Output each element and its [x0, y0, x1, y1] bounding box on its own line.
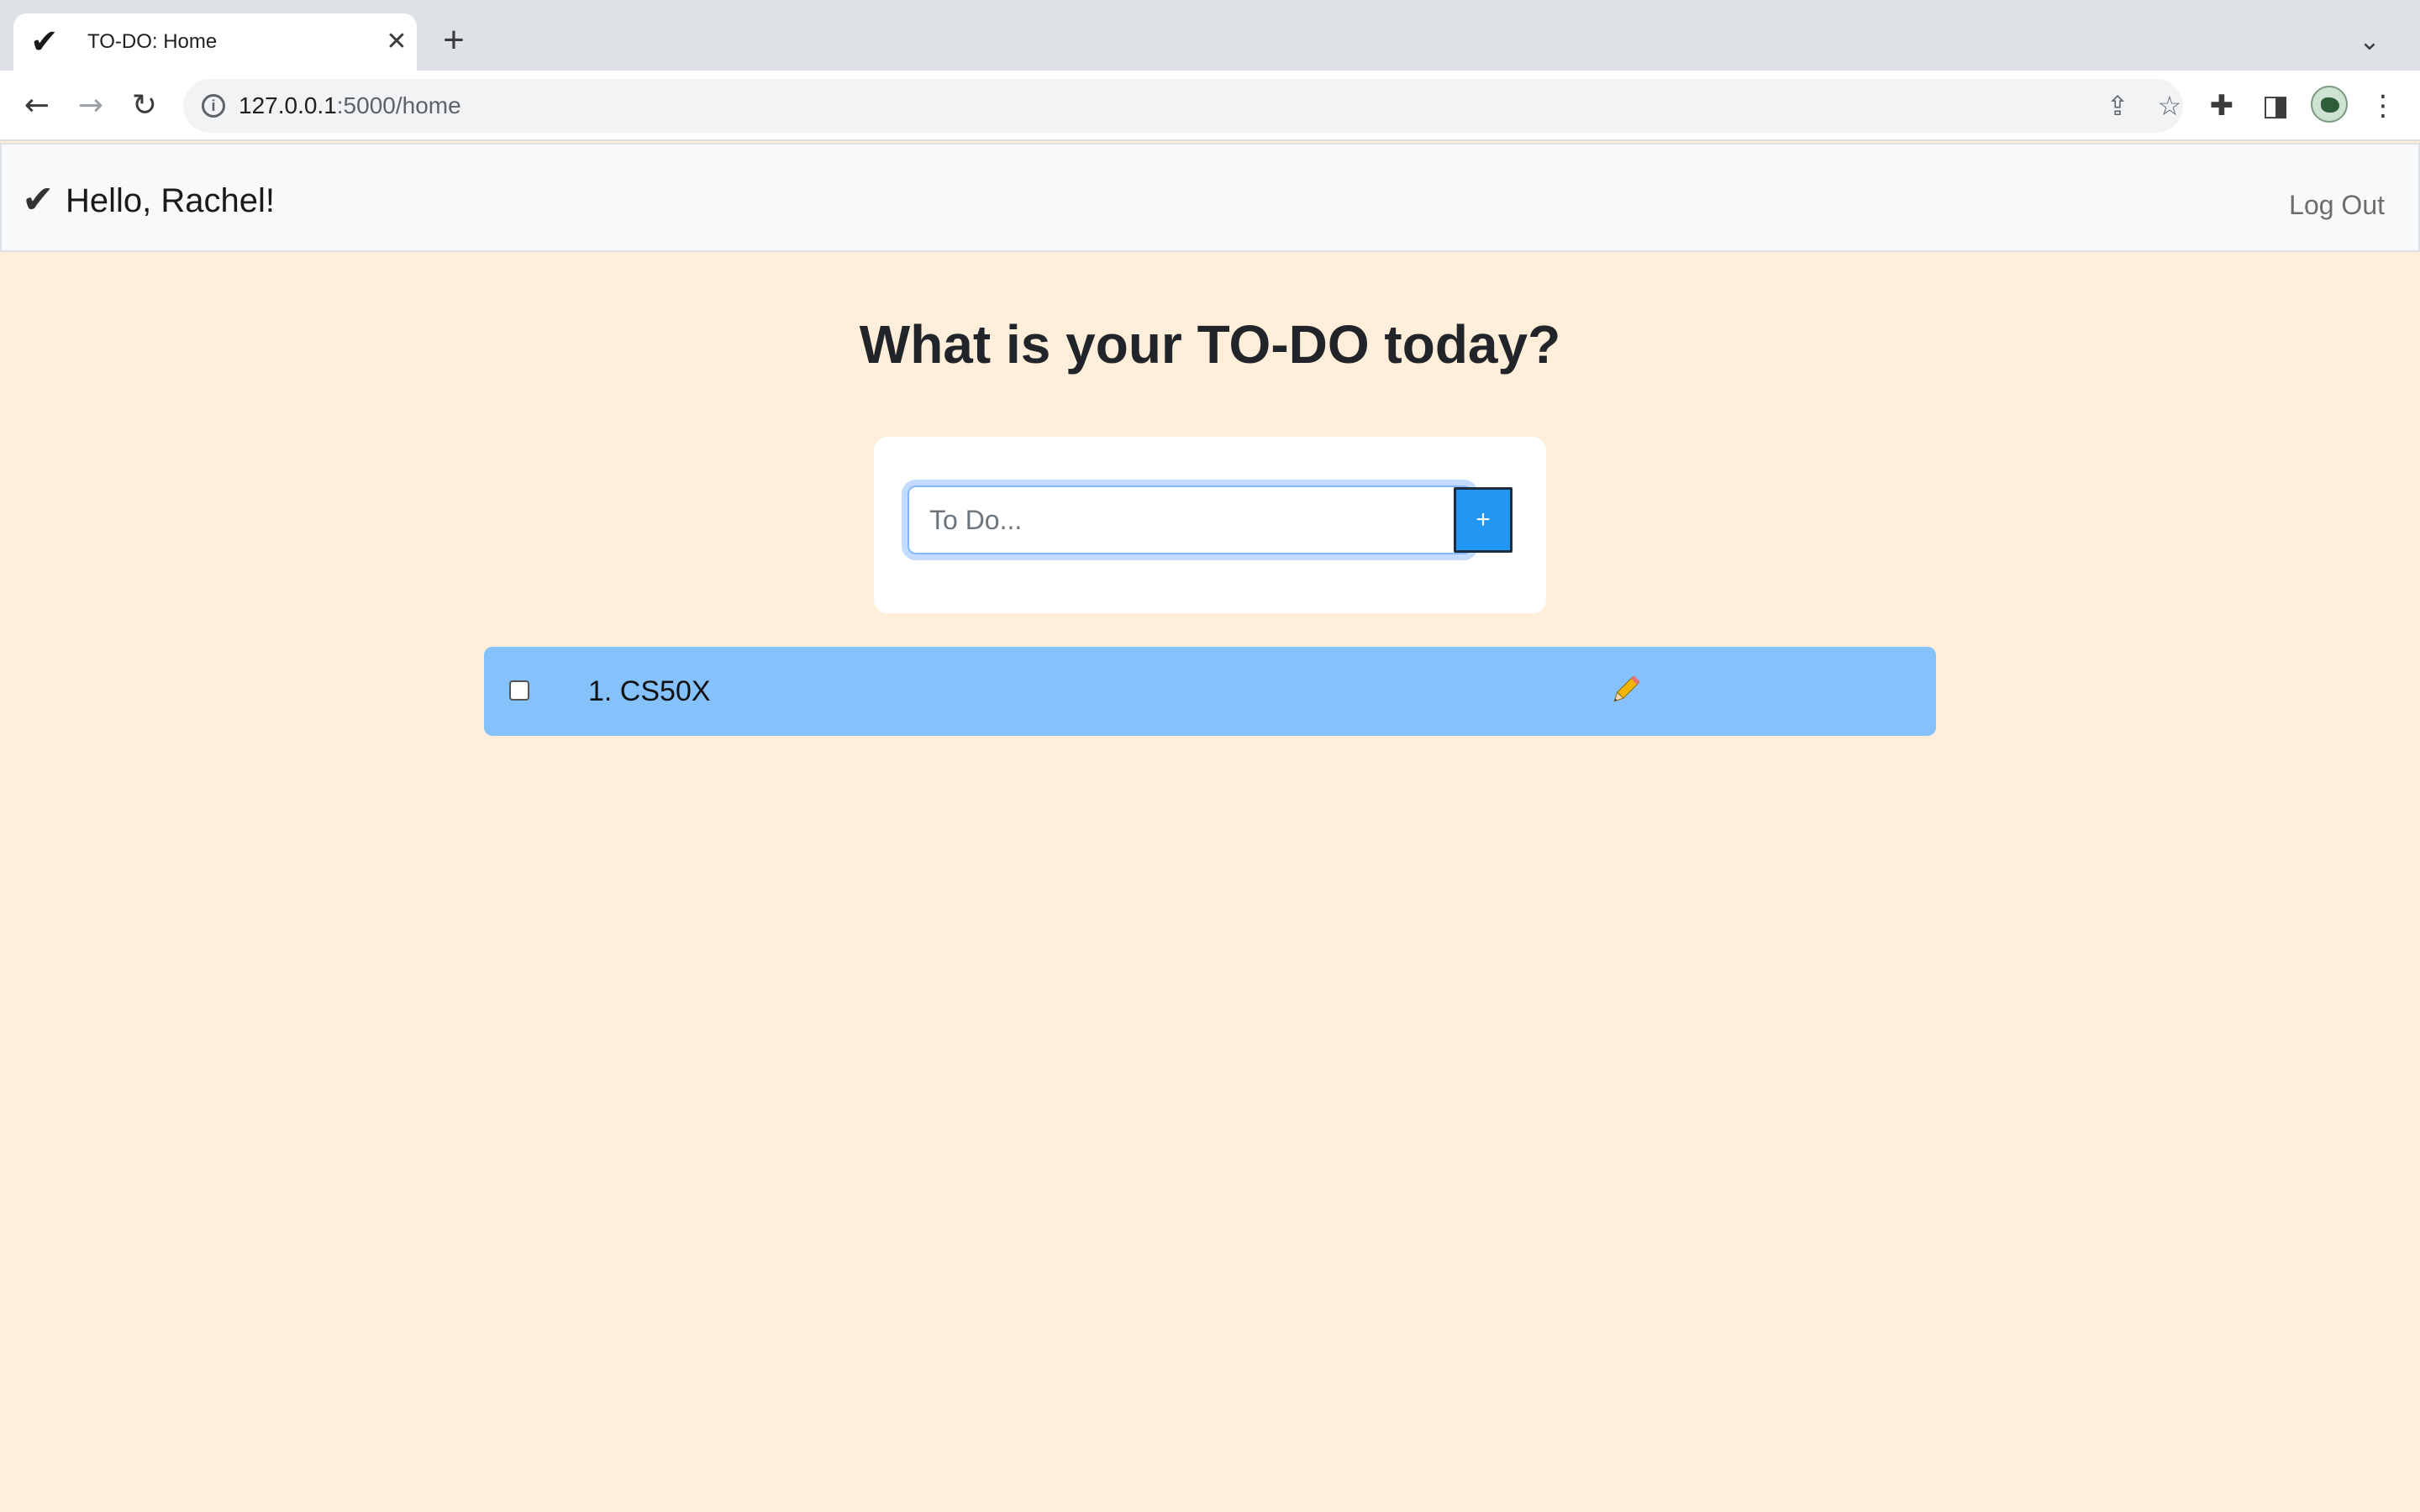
profile-avatar[interactable]: [2311, 86, 2348, 123]
logout-link[interactable]: Log Out: [2289, 188, 2385, 222]
share-icon[interactable]: ⇪: [2097, 86, 2138, 126]
url-host: 127.0.0.1: [239, 92, 337, 118]
todo-text: 1. CS50X: [588, 675, 711, 707]
address-bar[interactable]: i 127.0.0.1:5000/home ⇪ ☆: [183, 79, 2183, 133]
app-navbar: ✔ Hello, Rachel! Log Out: [0, 143, 2420, 252]
menu-icon[interactable]: ⋮: [2363, 86, 2403, 126]
pencil-edit-icon[interactable]: [1607, 672, 1644, 709]
info-icon[interactable]: i: [202, 94, 225, 118]
checkmark-favicon-icon: ✔: [30, 23, 59, 61]
close-tab-icon[interactable]: ✕: [380, 25, 413, 59]
url-text[interactable]: 127.0.0.1:5000/home: [239, 79, 461, 133]
todo-input[interactable]: [908, 486, 1472, 554]
add-todo-form: +: [874, 437, 1546, 613]
browser-tab[interactable]: ✔ TO-DO: Home ✕: [13, 13, 417, 71]
checkmark-icon: ✔: [22, 176, 55, 222]
star-icon[interactable]: ☆: [2149, 86, 2190, 126]
tab-title: TO-DO: Home: [87, 30, 218, 53]
side-panel-icon[interactable]: ◨: [2255, 86, 2296, 126]
url-path: :5000/home: [336, 92, 461, 118]
reload-button[interactable]: ↻: [124, 86, 165, 126]
tab-search-chevron-icon[interactable]: ⌄: [2349, 22, 2390, 62]
browser-tabstrip: ✔ TO-DO: Home ✕ + ⌄: [0, 0, 2420, 71]
page-title: What is your TO-DO today?: [859, 314, 1561, 375]
extensions-icon[interactable]: ✚: [2202, 86, 2242, 126]
todo-checkbox[interactable]: [509, 680, 529, 701]
new-tab-button[interactable]: +: [434, 22, 474, 62]
greeting-brand[interactable]: Hello, Rachel!: [66, 180, 275, 222]
todo-list-item: 1. CS50X: [484, 647, 1936, 736]
browser-toolbar: ← → ↻ i 127.0.0.1:5000/home ⇪ ☆ ✚ ◨ ⋮: [0, 71, 2420, 141]
add-todo-button[interactable]: +: [1454, 487, 1512, 553]
forward-button[interactable]: →: [71, 86, 111, 126]
back-button[interactable]: ←: [17, 86, 57, 126]
